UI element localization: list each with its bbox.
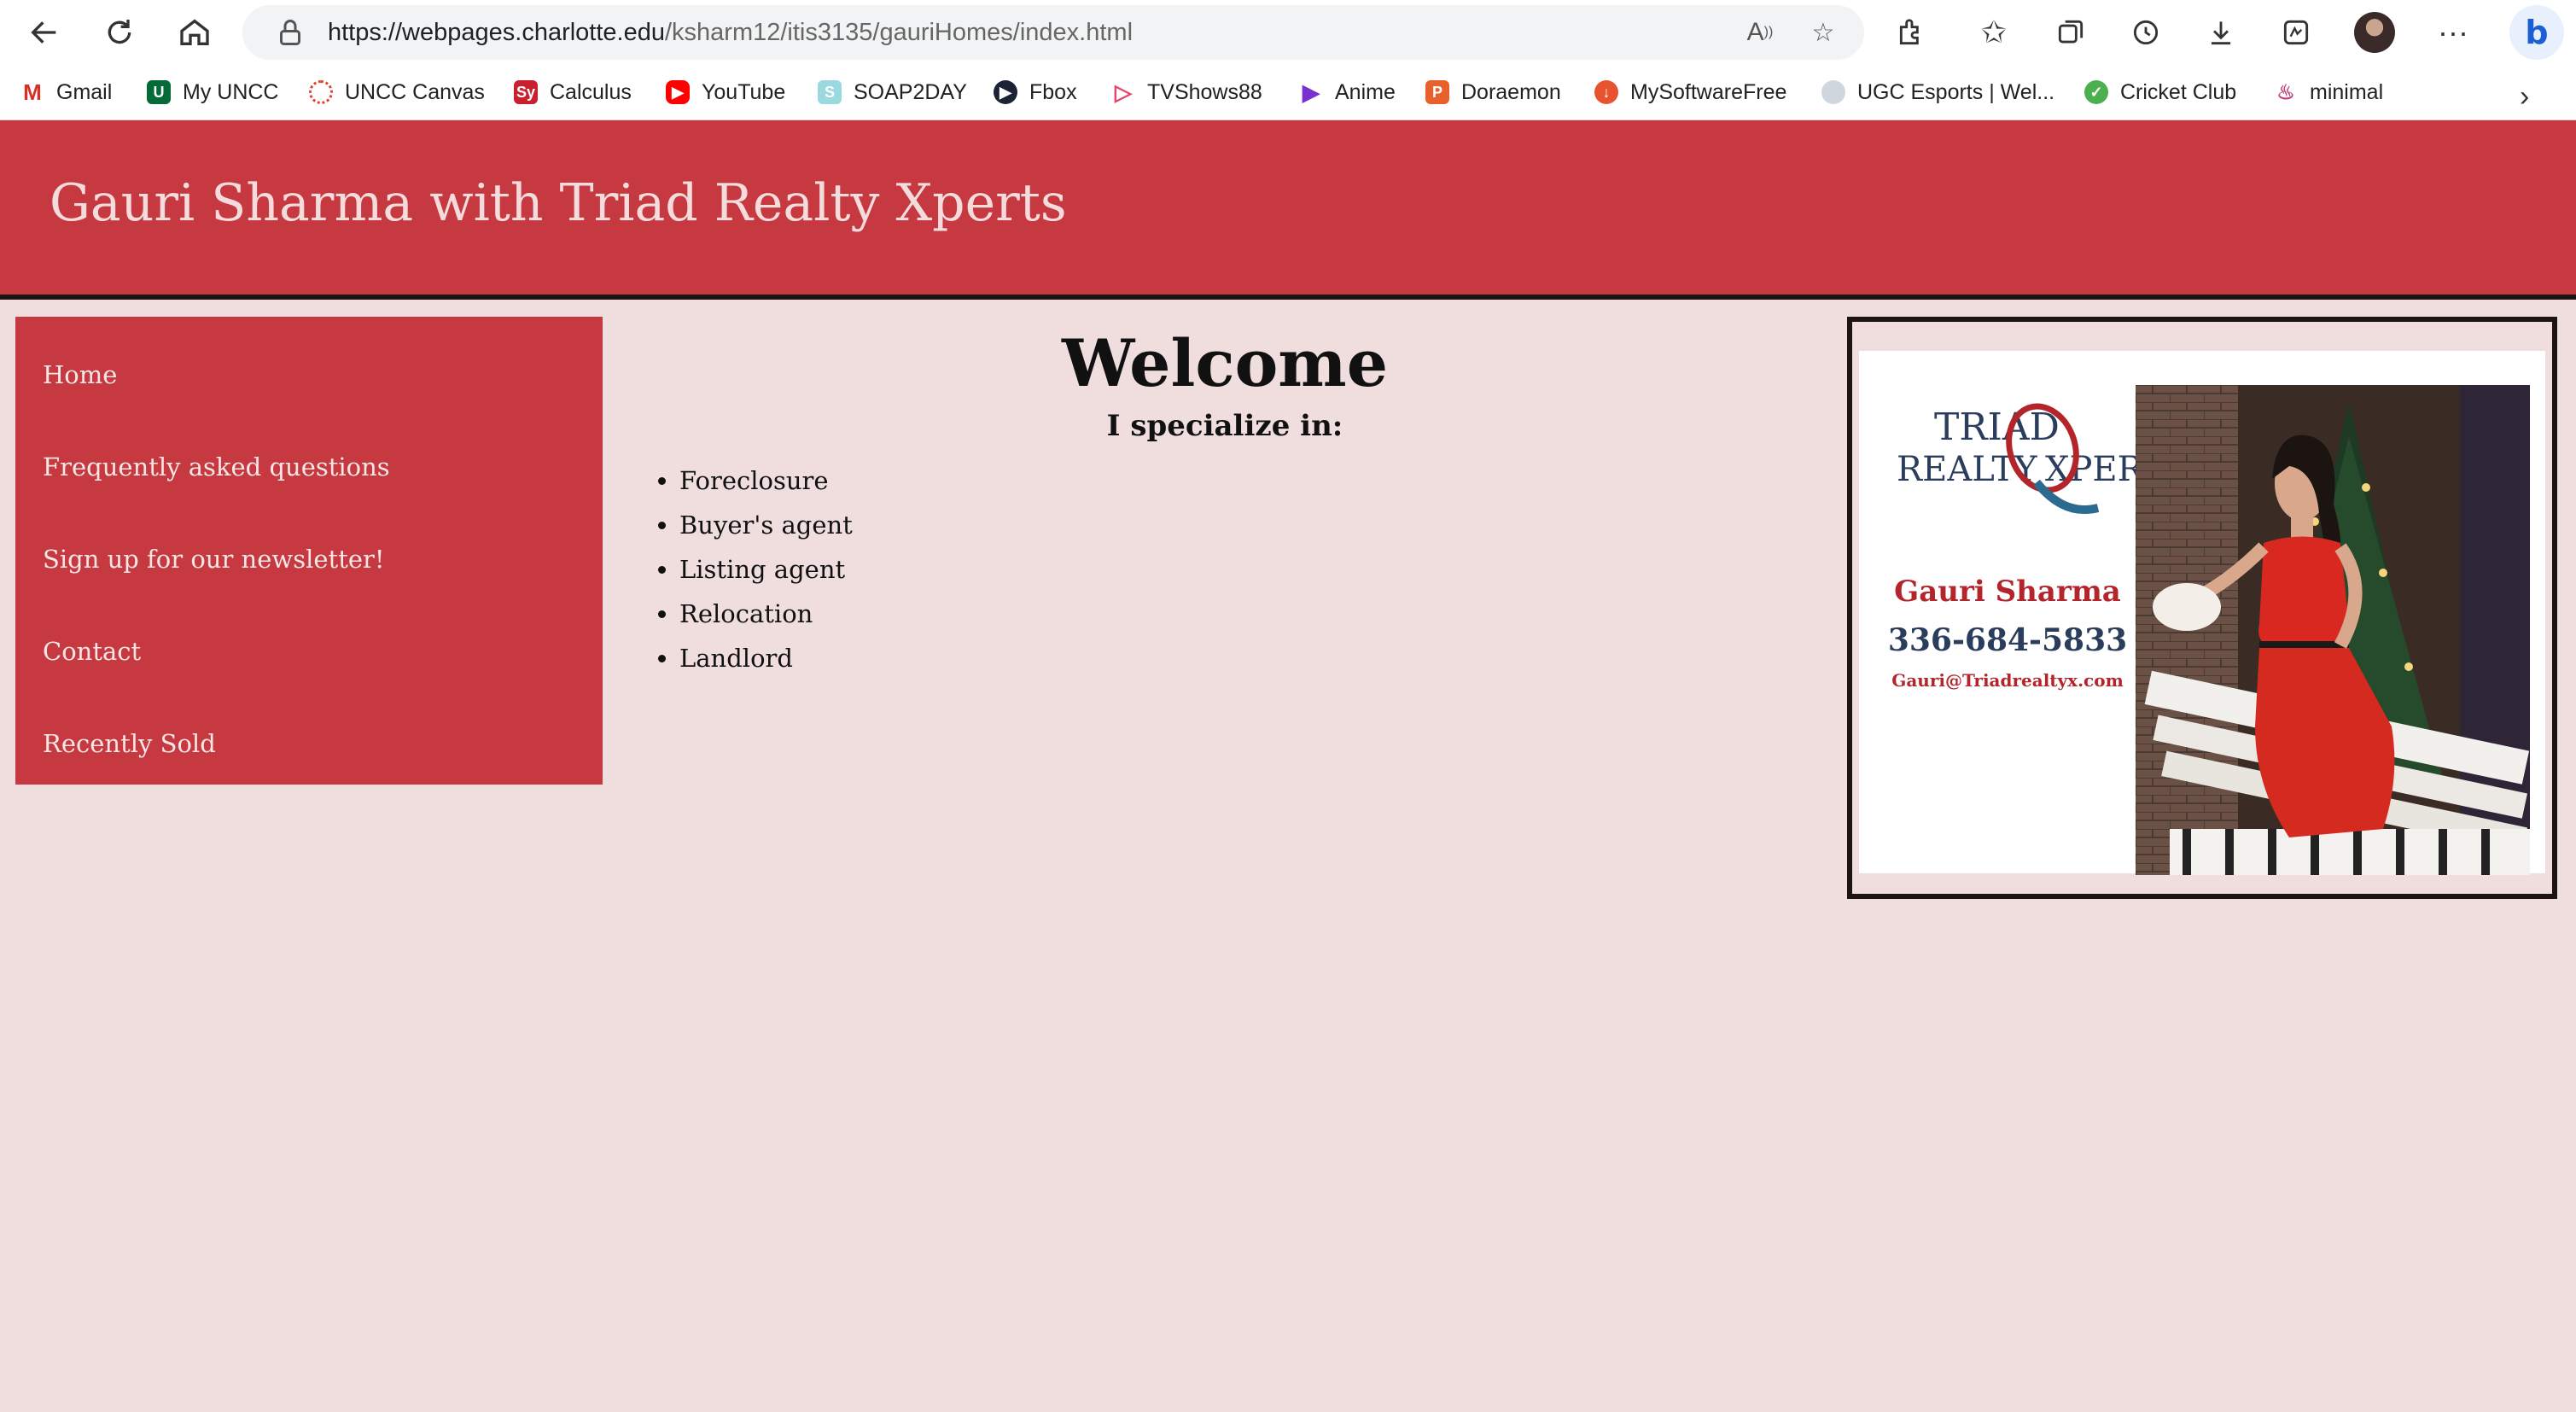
bookmark-label: MySoftwareFree — [1630, 79, 1787, 104]
bookmark-label: Gmail — [56, 79, 113, 104]
nav-link-recently-sold[interactable]: Recently Sold — [43, 718, 216, 769]
bookmark-label: Anime — [1335, 79, 1396, 104]
business-card: TRIAD REALTY XPERTS Gauri Sharma 336-684… — [1859, 351, 2545, 875]
triad-realty-xperts-logo: TRIAD REALTY XPERTS — [1897, 403, 2149, 514]
fbox-icon: ▶ — [994, 80, 1017, 104]
bookmark-fbox[interactable]: ▶ Fbox — [994, 75, 1077, 109]
youtube-icon: ▶ — [666, 80, 690, 104]
bookmark-label: Cricket Club — [2120, 79, 2237, 104]
url-text[interactable]: https://webpages.charlotte.edu/ksharm12/… — [328, 5, 1133, 60]
specialties-list: Foreclosure Buyer's agent Listing agent … — [640, 458, 853, 680]
business-card-image: TRIAD REALTY XPERTS Gauri Sharma 336-684… — [1847, 317, 2557, 899]
lock-icon[interactable] — [275, 17, 306, 48]
bookmark-label: My UNCC — [183, 79, 279, 104]
bookmark-soap2day[interactable]: S SOAP2DAY — [818, 75, 967, 109]
bing-copilot-icon[interactable]: b — [2509, 5, 2564, 60]
url-host: https://webpages.charlotte.edu — [328, 19, 665, 46]
bookmark-label: YouTube — [702, 79, 786, 104]
bookmark-minimal[interactable]: ♨ minimal — [2274, 75, 2383, 109]
bookmark-uncc-canvas[interactable]: UNCC Canvas — [309, 75, 485, 109]
extensions-icon[interactable] — [1888, 9, 1936, 56]
bookmark-label: Doraemon — [1461, 79, 1561, 104]
home-icon[interactable] — [171, 9, 219, 56]
list-item: Foreclosure — [679, 458, 853, 503]
svg-text:TRIAD: TRIAD — [1934, 406, 2060, 449]
bookmark-mysoftwarefree[interactable]: ↓ MySoftwareFree — [1594, 75, 1786, 109]
bookmark-gmail[interactable]: M Gmail — [20, 75, 112, 109]
bookmarks-bar: M Gmail U My UNCC UNCC Canvas Sy Calculus ▶… — [0, 68, 2576, 116]
list-item: Listing agent — [679, 547, 853, 592]
bookmark-cricket-club[interactable]: ✓ Cricket Club — [2084, 75, 2236, 109]
browser-chrome: https://webpages.charlotte.edu/ksharm12/… — [0, 0, 2576, 121]
list-item: Relocation — [679, 592, 853, 636]
welcome-heading: Welcome — [1061, 325, 1389, 401]
downloads-icon[interactable] — [2197, 9, 2245, 56]
bookmark-anime[interactable]: ▶ Anime — [1299, 75, 1396, 109]
nav-link-contact[interactable]: Contact — [43, 626, 141, 677]
agent-photo — [2136, 385, 2530, 875]
bookmark-ugc-esports[interactable]: UGC Esports | Wel... — [1821, 75, 2054, 109]
reload-icon[interactable] — [96, 9, 143, 56]
address-bar[interactable]: https://webpages.charlotte.edu/ksharm12/… — [242, 5, 1864, 60]
site-header: Gauri Sharma with Triad Realty Xperts — [0, 120, 2576, 300]
bookmark-label: TVShows88 — [1147, 79, 1262, 104]
bookmark-label: minimal — [2310, 79, 2384, 104]
bookmark-label: SOAP2DAY — [854, 79, 967, 104]
bookmark-label: Fbox — [1029, 79, 1077, 104]
profile-avatar[interactable] — [2354, 12, 2395, 53]
main-content: Welcome I specialize in: Foreclosure Buy… — [615, 317, 1835, 829]
history-icon[interactable] — [2122, 9, 2170, 56]
calculus-icon: Sy — [514, 80, 538, 104]
list-item: Landlord — [679, 636, 853, 680]
anime-icon: ▶ — [1299, 79, 1323, 105]
bookmark-label: Calculus — [550, 79, 632, 104]
uncc-icon: U — [147, 80, 171, 104]
bookmark-doraemon[interactable]: P Doraemon — [1425, 75, 1561, 109]
card-email: Gauri@Triadrealtyx.com — [1891, 670, 2124, 691]
nav-link-home[interactable]: Home — [43, 349, 117, 400]
mysoftwarefree-icon: ↓ — [1594, 80, 1618, 104]
canvas-icon — [309, 80, 333, 104]
read-aloud-icon[interactable]: A)) — [1741, 14, 1779, 51]
bookmark-label: UGC Esports | Wel... — [1857, 79, 2055, 104]
more-options-icon[interactable]: ··· — [2429, 9, 2477, 56]
list-item: Buyer's agent — [679, 503, 853, 547]
bookmark-label: UNCC Canvas — [345, 79, 485, 104]
math-solver-icon[interactable] — [2272, 9, 2320, 56]
collections-icon[interactable] — [2047, 9, 2095, 56]
ugc-esports-icon — [1821, 80, 1845, 104]
cricket-club-icon: ✓ — [2084, 80, 2108, 104]
url-path: /ksharm12/itis3135/gauriHomes/index.html — [664, 19, 1134, 46]
bookmark-calculus[interactable]: Sy Calculus — [514, 75, 632, 109]
nav-link-newsletter[interactable]: Sign up for our newsletter! — [43, 534, 385, 585]
card-name: Gauri Sharma — [1894, 575, 2121, 609]
back-icon[interactable] — [20, 9, 68, 56]
tvshows88-icon: ▷ — [1111, 79, 1135, 105]
soap2day-icon: S — [818, 80, 842, 104]
browser-toolbar: https://webpages.charlotte.edu/ksharm12/… — [0, 0, 2576, 65]
bookmark-tvshows88[interactable]: ▷ TVShows88 — [1111, 75, 1262, 109]
site-title: Gauri Sharma with Triad Realty Xperts — [50, 173, 1067, 233]
minimal-icon: ♨ — [2274, 80, 2298, 104]
card-phone: 336-684-5833 — [1887, 622, 2128, 658]
add-favorite-icon[interactable]: ☆ — [1804, 14, 1842, 51]
chevron-right-icon[interactable]: › — [2520, 80, 2529, 114]
nav-link-faq[interactable]: Frequently asked questions — [43, 441, 390, 493]
bookmark-youtube[interactable]: ▶ YouTube — [666, 75, 785, 109]
specialize-heading: I specialize in: — [1106, 409, 1343, 443]
side-nav: Home Frequently asked questions Sign up … — [15, 317, 603, 785]
doraemon-icon: P — [1425, 80, 1449, 104]
bookmark-my-uncc[interactable]: U My UNCC — [147, 75, 279, 109]
gmail-icon: M — [20, 79, 44, 105]
favorites-icon[interactable]: ✩ — [1970, 9, 2018, 56]
